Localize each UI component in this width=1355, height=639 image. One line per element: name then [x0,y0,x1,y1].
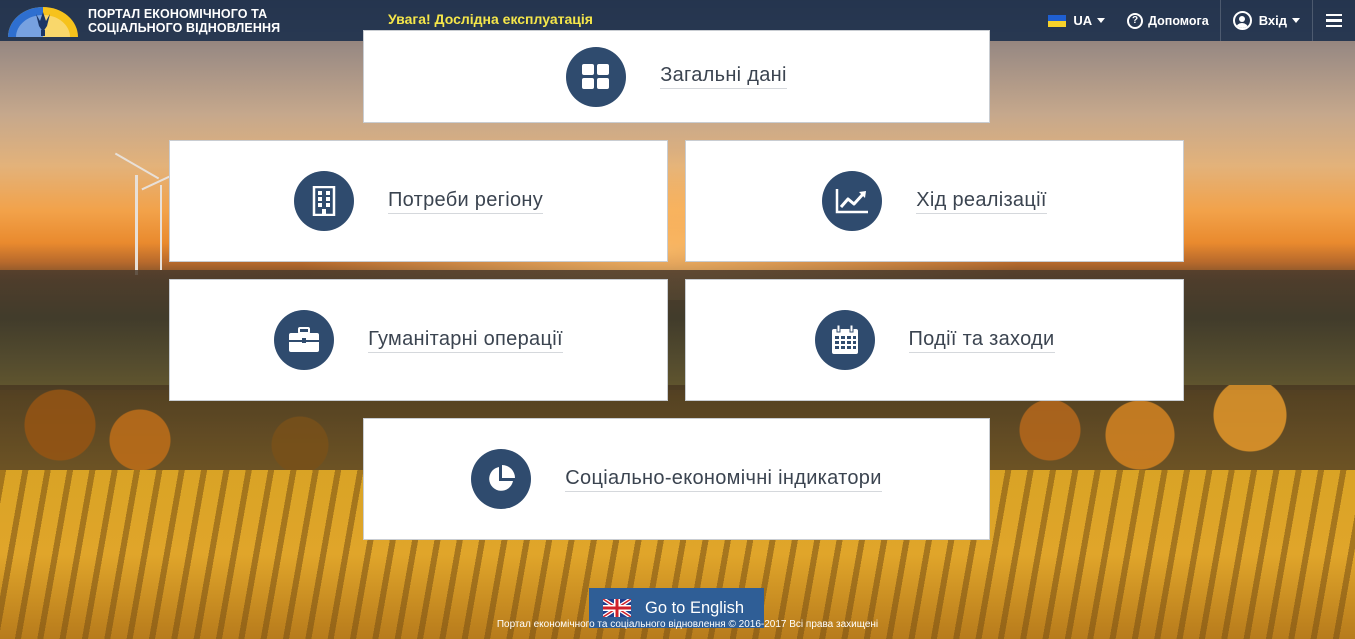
portal-logo-link[interactable]: ПОРТАЛ ЕКОНОМІЧНОГО ТА СОЦІАЛЬНОГО ВІДНО… [0,0,318,41]
wind-turbine-mast [160,185,162,270]
language-label: UA [1073,13,1093,28]
card-events[interactable]: Події та заходи [685,279,1184,401]
card-socio-economic-indicators[interactable]: Соціально-економічні індикатори [363,418,990,540]
grid-icon [566,46,627,107]
help-label: Допомога [1148,13,1209,28]
question-circle-icon: ? [1127,12,1144,29]
card-general-label: Загальні дані [660,64,787,89]
card-events-label: Події та заходи [908,328,1055,353]
user-circle-icon [1232,11,1252,30]
pie-chart-icon [471,449,532,509]
card-progress-label: Хід реалізації [916,189,1047,214]
help-button[interactable]: ? Допомога [1117,0,1220,41]
card-region-needs[interactable]: Потреби регіону [169,140,668,262]
building-icon [293,171,354,231]
header-actions: UA ? Допомога Вхід [1048,0,1355,41]
card-needs-label: Потреби регіону [387,189,544,214]
uk-flag-icon [603,599,631,617]
language-selector[interactable]: UA [1048,13,1117,28]
chevron-down-icon [1097,18,1106,23]
card-indicators-label: Соціально-економічні індикатори [565,467,882,492]
portal-title: ПОРТАЛ ЕКОНОМІЧНОГО ТА СОЦІАЛЬНОГО ВІДНО… [88,7,318,35]
card-general-data[interactable]: Загальні дані [363,30,990,123]
ukraine-flag-icon [1048,14,1067,27]
login-label: Вхід [1258,13,1287,28]
portal-title-line2: СОЦІАЛЬНОГО ВІДНОВЛЕННЯ [88,20,281,35]
portal-logo-icon [8,7,78,37]
chevron-down-icon [1292,18,1300,23]
card-humanitarian-label: Гуманітарні операції [368,328,563,353]
footer-copyright: Портал економічного та соціального відно… [496,619,879,630]
login-button[interactable]: Вхід [1221,0,1312,41]
calendar-icon [814,310,875,370]
card-implementation-progress[interactable]: Хід реалізації [685,140,1184,262]
wind-turbine-mast [135,175,138,275]
chart-line-icon [822,171,883,231]
hamburger-menu-icon[interactable] [1313,0,1355,41]
portal-title-line1: ПОРТАЛ ЕКОНОМІЧНОГО ТА [88,6,268,21]
card-humanitarian-operations[interactable]: Гуманітарні операції [169,279,668,401]
go-to-english-label: Go to English [645,598,745,617]
briefcase-icon [274,310,335,370]
beta-warning-text: Увага! Дослідна експлуатація [388,11,593,27]
